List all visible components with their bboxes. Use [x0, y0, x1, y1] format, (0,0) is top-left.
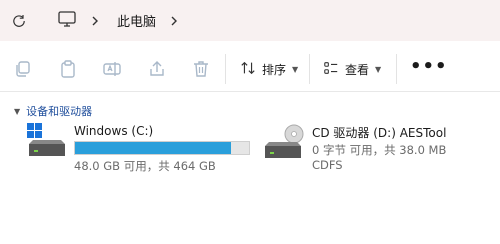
address-bar: 此电脑 [0, 0, 500, 41]
collapse-chevron-icon[interactable]: ▼ [14, 107, 20, 116]
refresh-icon[interactable] [10, 12, 28, 30]
sort-icon [240, 60, 256, 79]
drive-c-usage-fill [75, 142, 232, 154]
computer-icon[interactable] [58, 11, 76, 27]
chevron-right-icon[interactable] [168, 13, 180, 27]
copy-icon[interactable] [12, 58, 34, 80]
cd-drive-icon [262, 124, 304, 160]
drive-c-name: Windows (C:) [74, 124, 154, 138]
drive-d-name: CD 驱动器 (D:) AESTool [312, 126, 447, 140]
devices-section-header[interactable]: ▼ 设备和驱动器 [14, 103, 92, 119]
section-title: 设备和驱动器 [26, 105, 93, 118]
drive-d-filesystem: CDFS [312, 158, 343, 172]
windows-drive-icon [26, 122, 68, 158]
sort-button[interactable]: 排序 ▼ [240, 58, 298, 80]
paste-icon[interactable] [57, 58, 79, 80]
chevron-right-icon[interactable] [89, 13, 101, 27]
toolbar-divider [225, 54, 226, 84]
share-icon[interactable] [146, 58, 168, 80]
toolbar-divider [309, 54, 310, 84]
chevron-down-icon: ▼ [375, 64, 382, 74]
drive-c-usage-bar [74, 141, 250, 155]
delete-icon[interactable] [190, 58, 212, 80]
drive-c-space: 48.0 GB 可用，共 464 GB [74, 159, 216, 173]
more-options-button[interactable]: ••• [410, 58, 448, 76]
view-icon [323, 60, 339, 79]
view-button[interactable]: 查看 ▼ [323, 58, 381, 80]
rename-icon[interactable] [101, 58, 123, 80]
sort-label: 排序 [262, 62, 287, 77]
command-bar: 排序 ▼ 查看 ▼ ••• [0, 46, 500, 92]
toolbar-divider [396, 54, 397, 84]
view-label: 查看 [345, 62, 370, 77]
drive-d-space: 0 字节 可用，共 38.0 MB [312, 143, 447, 157]
chevron-down-icon: ▼ [292, 64, 299, 74]
breadcrumb-this-pc[interactable]: 此电脑 [117, 11, 156, 30]
